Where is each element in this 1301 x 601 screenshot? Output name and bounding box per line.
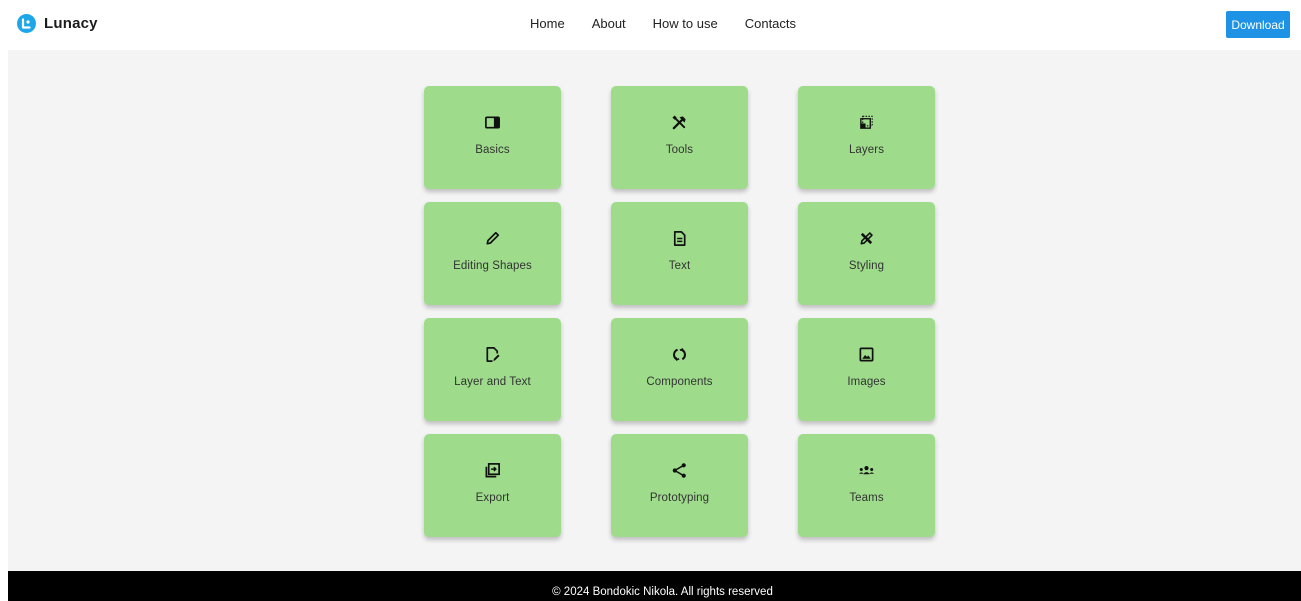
card-label: Tools (665, 144, 694, 156)
card-prototyping[interactable]: Prototyping (611, 434, 748, 537)
card-editing-shapes[interactable]: Editing Shapes (424, 202, 561, 305)
nav-about[interactable]: About (592, 16, 626, 31)
components-icon (670, 345, 690, 363)
card-label: Basics (475, 144, 510, 156)
nav-home[interactable]: Home (530, 16, 565, 31)
sidebar-panel-icon (483, 113, 503, 131)
pencil-ruler-icon (857, 229, 877, 247)
copyright-text: © 2024 Bondokic Nikola. All rights reser… (552, 585, 773, 598)
card-teams[interactable]: Teams (798, 434, 935, 537)
layers-selection-icon (857, 113, 877, 131)
pencil-icon (483, 229, 503, 247)
card-label: Editing Shapes (453, 260, 532, 272)
file-edit-icon (483, 345, 503, 363)
main-nav: Home About How to use Contacts (530, 16, 796, 31)
topic-grid: Basics Tools Layers Editing Shapes Text (424, 86, 935, 537)
card-label: Text (668, 260, 691, 272)
card-layer-and-text[interactable]: Layer and Text (424, 318, 561, 421)
lunacy-logo-icon (17, 14, 36, 33)
image-icon (857, 345, 877, 363)
card-components[interactable]: Components (611, 318, 748, 421)
nav-how-to-use[interactable]: How to use (653, 16, 718, 31)
site-footer: © 2024 Bondokic Nikola. All rights reser… (8, 571, 1301, 601)
main-content: Basics Tools Layers Editing Shapes Text (8, 50, 1301, 571)
card-label: Layers (848, 144, 885, 156)
card-label: Export (475, 492, 510, 504)
download-button[interactable]: Download (1226, 11, 1290, 38)
brand-link[interactable]: Lunacy (17, 14, 98, 33)
card-layers[interactable]: Layers (798, 86, 935, 189)
site-header: Lunacy Home About How to use Contacts Do… (0, 0, 1301, 50)
brand-name: Lunacy (44, 15, 98, 32)
card-images[interactable]: Images (798, 318, 935, 421)
card-styling[interactable]: Styling (798, 202, 935, 305)
card-basics[interactable]: Basics (424, 86, 561, 189)
card-text[interactable]: Text (611, 202, 748, 305)
card-label: Layer and Text (454, 376, 531, 388)
tools-icon (670, 113, 690, 131)
share-icon (670, 461, 690, 479)
card-label: Images (847, 376, 886, 388)
document-text-icon (670, 229, 690, 247)
card-export[interactable]: Export (424, 434, 561, 537)
card-label: Components (646, 376, 713, 388)
card-tools[interactable]: Tools (611, 86, 748, 189)
nav-contacts[interactable]: Contacts (745, 16, 796, 31)
card-label: Styling (848, 260, 885, 272)
export-icon (483, 461, 503, 479)
card-label: Prototyping (649, 492, 710, 504)
card-label: Teams (849, 492, 884, 504)
users-icon (857, 461, 877, 479)
